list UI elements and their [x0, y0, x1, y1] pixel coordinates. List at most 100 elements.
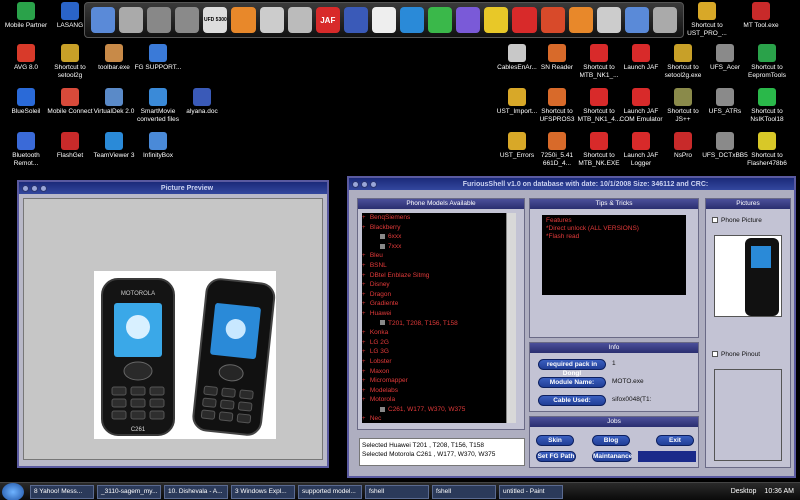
mascot-icon[interactable]: [484, 7, 509, 33]
tree-item[interactable]: + BenqSiemens: [362, 213, 506, 223]
tree-subitem[interactable]: C261, W177, W370, W375: [362, 405, 506, 415]
start-button[interactable]: [2, 482, 24, 500]
wand-icon[interactable]: [596, 7, 621, 33]
expand-icon[interactable]: +: [362, 396, 368, 406]
blog-button[interactable]: Blog: [592, 435, 630, 446]
tree-item[interactable]: + Bleu: [362, 251, 506, 261]
tree-item[interactable]: + Dragon: [362, 290, 506, 300]
desktop-icon[interactable]: Launch JAF Logger: [618, 132, 664, 168]
tools-icon[interactable]: [287, 7, 312, 33]
maintanance-button[interactable]: Maintanance: [592, 451, 632, 462]
tree-item[interactable]: + LG 3G: [362, 347, 506, 357]
desktop-icon[interactable]: Shortcut to setool2g.exe: [660, 44, 706, 80]
expand-icon[interactable]: +: [362, 224, 368, 234]
desktop-icon[interactable]: SN Reader: [534, 44, 580, 72]
wrench-icon[interactable]: [540, 7, 565, 33]
close-dot-icon[interactable]: [352, 180, 359, 188]
tree-item[interactable]: + Blackberry: [362, 223, 506, 233]
network-icon[interactable]: [119, 7, 144, 33]
computer-icon[interactable]: [91, 7, 116, 33]
desktop-icon[interactable]: UFS_ATRs: [702, 88, 748, 116]
desktop-toolbar-label[interactable]: Desktop: [731, 488, 757, 495]
desktop-icon[interactable]: Shortcut to JS++: [660, 88, 706, 124]
desktop-icon[interactable]: UFS_DCTxBB5: [702, 132, 748, 160]
desktop-icon[interactable]: NsPro: [660, 132, 706, 160]
tree-subitem[interactable]: 6xxx: [362, 232, 506, 242]
usb-icon[interactable]: [259, 7, 284, 33]
desktop-icon[interactable]: MT Tool.exe: [738, 2, 784, 30]
taskbar-button[interactable]: fshell: [432, 484, 496, 499]
minimize-dot-icon[interactable]: [361, 180, 368, 188]
required-pack-button[interactable]: required pack in Dongl: [538, 359, 606, 377]
tree-item[interactable]: + Modelabs: [362, 386, 506, 396]
tree-item[interactable]: + Nec: [362, 414, 506, 423]
tree-item[interactable]: + LG 2G: [362, 338, 506, 348]
tree-item[interactable]: + Maxon: [362, 367, 506, 377]
expand-icon[interactable]: +: [362, 310, 368, 320]
globe-icon[interactable]: [400, 7, 425, 33]
phone-tool-icon[interactable]: [147, 7, 172, 33]
jaf-icon[interactable]: JAF: [315, 7, 340, 33]
tree-item[interactable]: + Lobster: [362, 357, 506, 367]
picture-preview-titlebar[interactable]: Picture Preview: [19, 182, 327, 194]
close-dot-icon[interactable]: [22, 184, 29, 192]
taskbar-button[interactable]: supported model...: [298, 484, 362, 499]
download-icon[interactable]: [568, 7, 593, 33]
desktop-icon[interactable]: Shortcut to UFSPROS3: [534, 88, 580, 124]
desktop-icon[interactable]: Shortcut to MTB_NK.EXE: [576, 132, 622, 168]
desktop-icon[interactable]: Shortcut to MTB_NK1_4...: [576, 88, 622, 124]
tree-item[interactable]: + Huawei: [362, 309, 506, 319]
desktop-icon[interactable]: Shortcut to EepromTools: [744, 44, 790, 80]
sync-icon[interactable]: [428, 7, 453, 33]
ef-icon[interactable]: [512, 7, 537, 33]
skin-button[interactable]: Skin: [536, 435, 574, 446]
phone-model-tree[interactable]: + BenqSiemens + Blackberry 6xxx 7xxx + Bleu +…: [362, 213, 506, 423]
tree-scrollbar[interactable]: [506, 213, 516, 423]
tree-item[interactable]: + Gradiente: [362, 299, 506, 309]
desktop-icon[interactable]: UFS_Acer: [702, 44, 748, 72]
gear-icon[interactable]: [624, 7, 649, 33]
taskbar-button[interactable]: 10. Dishevala - A...: [164, 484, 228, 499]
desktop-icon[interactable]: Shortcut to MTB_NK1_...: [576, 44, 622, 80]
desktop-icon[interactable]: FG SUPPORT...: [132, 44, 184, 72]
cable-used-button[interactable]: Cable Used:: [538, 395, 606, 406]
phone-icon[interactable]: [175, 7, 200, 33]
infinity-icon[interactable]: [343, 7, 368, 33]
ufd-icon[interactable]: UFD 5300: [203, 7, 228, 33]
desktop-icon[interactable]: 7250i_5.41 661D_4...: [534, 132, 580, 168]
desktop-icon[interactable]: alyana.doc: [176, 88, 228, 116]
taskbar-button[interactable]: 8 Yahoo! Mess...: [30, 484, 94, 499]
desktop-icon[interactable]: Shortcut to UST_PRO_...: [684, 2, 730, 38]
set-fg-path-button[interactable]: Set FG Path: [536, 451, 576, 462]
tree-item[interactable]: + DBtel Enblaze Sitmg: [362, 271, 506, 281]
desktop-icon[interactable]: Launch JAF: [618, 44, 664, 72]
orange-cube-icon[interactable]: [231, 7, 256, 33]
taskbar-button[interactable]: _3110-sagem_my...: [97, 484, 161, 499]
furious-shell-titlebar[interactable]: FuriousShell v1.0 on database with date:…: [349, 178, 794, 190]
phone-pinout-checkbox[interactable]: [712, 351, 718, 358]
desktop-icon[interactable]: Shortcut to NsIKTool18: [744, 88, 790, 124]
exit-button[interactable]: Exit: [656, 435, 694, 446]
module-name-button[interactable]: Module Name:: [538, 377, 606, 388]
desktop-icon[interactable]: Launch JAF COM Emulator: [618, 88, 664, 124]
desktop-icon[interactable]: Shortcut to Flasher478b6: [744, 132, 790, 168]
tree-item[interactable]: + BSNL: [362, 261, 506, 271]
taskbar-button[interactable]: 3 Windows Expl...: [231, 484, 295, 499]
maximize-dot-icon[interactable]: [40, 184, 47, 192]
swirl-icon[interactable]: [456, 7, 481, 33]
tree-item[interactable]: + Micromapper: [362, 376, 506, 386]
tree-item[interactable]: + Disney: [362, 280, 506, 290]
taskbar-button[interactable]: untitled - Paint: [499, 484, 563, 499]
phone-pinout-option[interactable]: Phone Pinout: [712, 351, 760, 358]
maximize-dot-icon[interactable]: [370, 180, 377, 188]
tree-subitem[interactable]: T201, T208, T156, T158: [362, 319, 506, 329]
tree-item[interactable]: + Konka: [362, 328, 506, 338]
taskbar-button[interactable]: fshell: [365, 484, 429, 499]
tree-item[interactable]: + Motorola: [362, 395, 506, 405]
cellphone-icon[interactable]: [371, 7, 397, 33]
phone-picture-checkbox[interactable]: [712, 217, 718, 224]
expand-icon[interactable]: +: [362, 415, 368, 423]
recycle-bin-icon[interactable]: [652, 7, 677, 33]
tree-subitem[interactable]: 7xxx: [362, 242, 506, 252]
phone-picture-option[interactable]: Phone Picture: [712, 217, 762, 224]
